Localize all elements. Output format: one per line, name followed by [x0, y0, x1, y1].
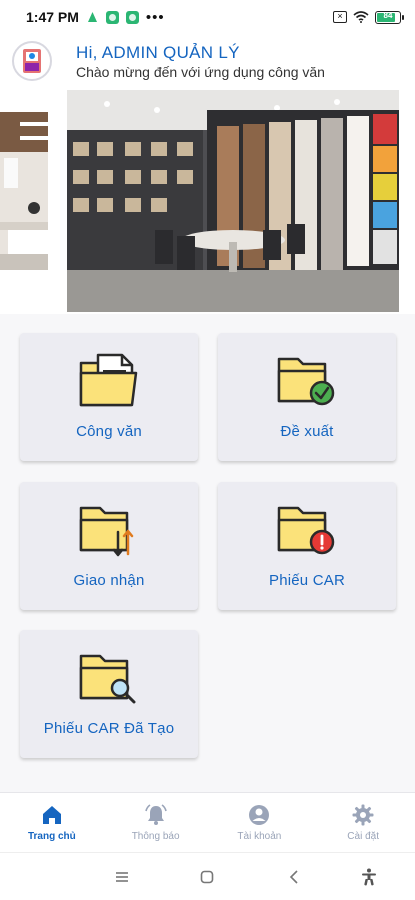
tile-phieu-car[interactable]: Phiếu CAR: [218, 482, 396, 610]
notification-app-icon: [87, 11, 97, 22]
nav-item-account[interactable]: Tài khoản: [208, 793, 312, 852]
greeting-text: Hi, ADMIN QUẢN LÝ: [76, 42, 240, 62]
chat-icon: [125, 10, 139, 24]
avatar[interactable]: [12, 41, 52, 81]
menu-icon[interactable]: [112, 867, 132, 887]
battery-icon: 84: [375, 10, 404, 24]
bell-icon: [144, 804, 167, 825]
home-button-icon[interactable]: [197, 867, 217, 887]
tile-cong-van[interactable]: Công văn: [20, 333, 198, 461]
nav-item-settings[interactable]: Cài đặt: [311, 793, 415, 852]
status-bar: 1:47 PM ••• × 84: [0, 0, 415, 34]
system-navigation-bar: [0, 852, 415, 900]
wifi-icon: [353, 11, 369, 23]
back-icon[interactable]: [284, 867, 304, 887]
nav-label: Trang chủ: [27, 831, 76, 842]
tile-label: Đề xuất: [280, 423, 334, 440]
tile-label: Công văn: [76, 423, 142, 440]
status-time: 1:47 PM: [26, 9, 79, 25]
account-icon: [249, 805, 270, 825]
battery-level: 84: [383, 10, 393, 20]
folder-search-icon: [79, 654, 136, 704]
tile-label: Phiếu CAR: [268, 572, 345, 589]
folder-transfer-icon: [79, 506, 134, 557]
app-header: Hi, ADMIN QUẢN LÝ Chào mừng đến với ứng …: [0, 34, 415, 88]
banner-showroom-image: [67, 90, 399, 312]
sim-off-icon: ×: [333, 11, 347, 23]
welcome-subtitle: Chào mừng đến với ứng dụng công văn: [76, 63, 325, 80]
nav-item-home[interactable]: Trang chủ: [0, 793, 104, 852]
folder-check-icon: [277, 357, 335, 406]
tile-de-xuat[interactable]: Đề xuất: [218, 333, 396, 461]
tile-label: Phiếu CAR Đã Tạo: [43, 720, 175, 737]
tile-phieu-car-da-tao[interactable]: Phiếu CAR Đã Tạo: [20, 630, 198, 758]
user-avatar-icon: [23, 49, 41, 73]
home-icon: [42, 806, 61, 824]
nav-item-notifications[interactable]: Thông báo: [104, 793, 208, 852]
tile-giao-nhan[interactable]: Giao nhận: [20, 482, 198, 610]
bottom-navigation: Trang chủ Thông báo Tài khoản Cài đặt: [0, 792, 415, 852]
folder-alert-icon: [277, 506, 335, 555]
more-notifications-icon: •••: [145, 8, 165, 26]
folder-document-icon: [79, 353, 138, 407]
nav-label: Cài đặt: [347, 831, 379, 842]
accessibility-icon[interactable]: [359, 867, 379, 887]
nav-label: Tài khoản: [237, 831, 282, 842]
banner-previous-image: [0, 112, 48, 270]
nav-label: Thông báo: [131, 831, 180, 842]
banner-carousel[interactable]: [0, 88, 415, 314]
messenger-icon: [105, 10, 119, 24]
tile-label: Giao nhận: [73, 572, 145, 589]
gear-icon: [352, 804, 374, 826]
